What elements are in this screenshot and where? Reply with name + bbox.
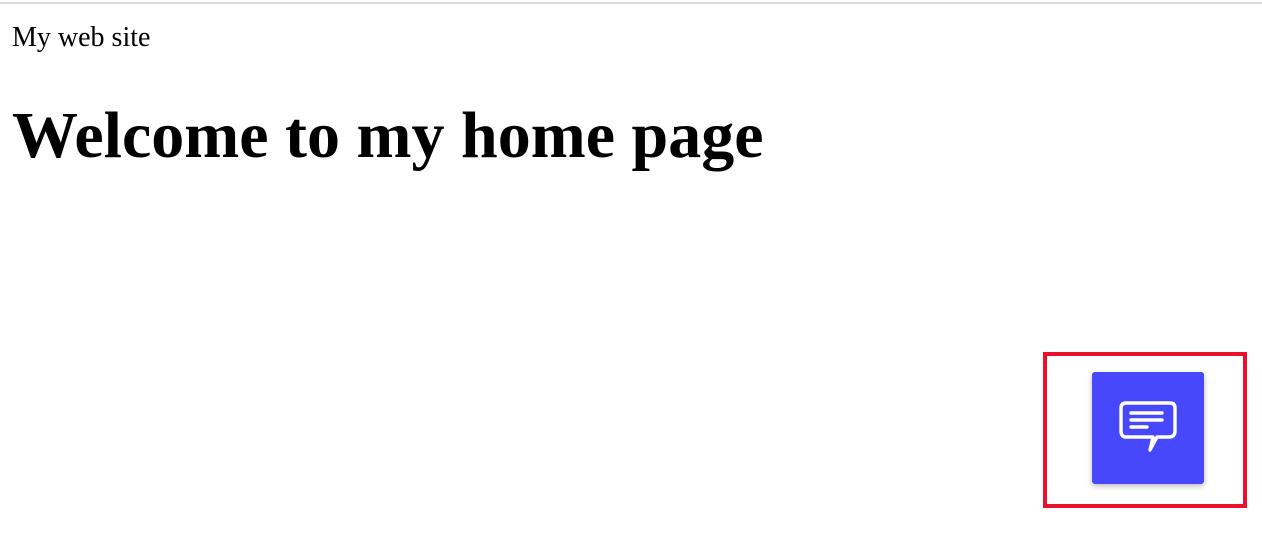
page: My web site Welcome to my home page xyxy=(0,0,1262,536)
site-name: My web site xyxy=(12,22,151,53)
chat-launcher-button[interactable] xyxy=(1092,372,1204,484)
chat-bubble-icon xyxy=(1119,401,1177,452)
top-divider xyxy=(0,2,1262,4)
page-heading: Welcome to my home page xyxy=(12,99,764,172)
